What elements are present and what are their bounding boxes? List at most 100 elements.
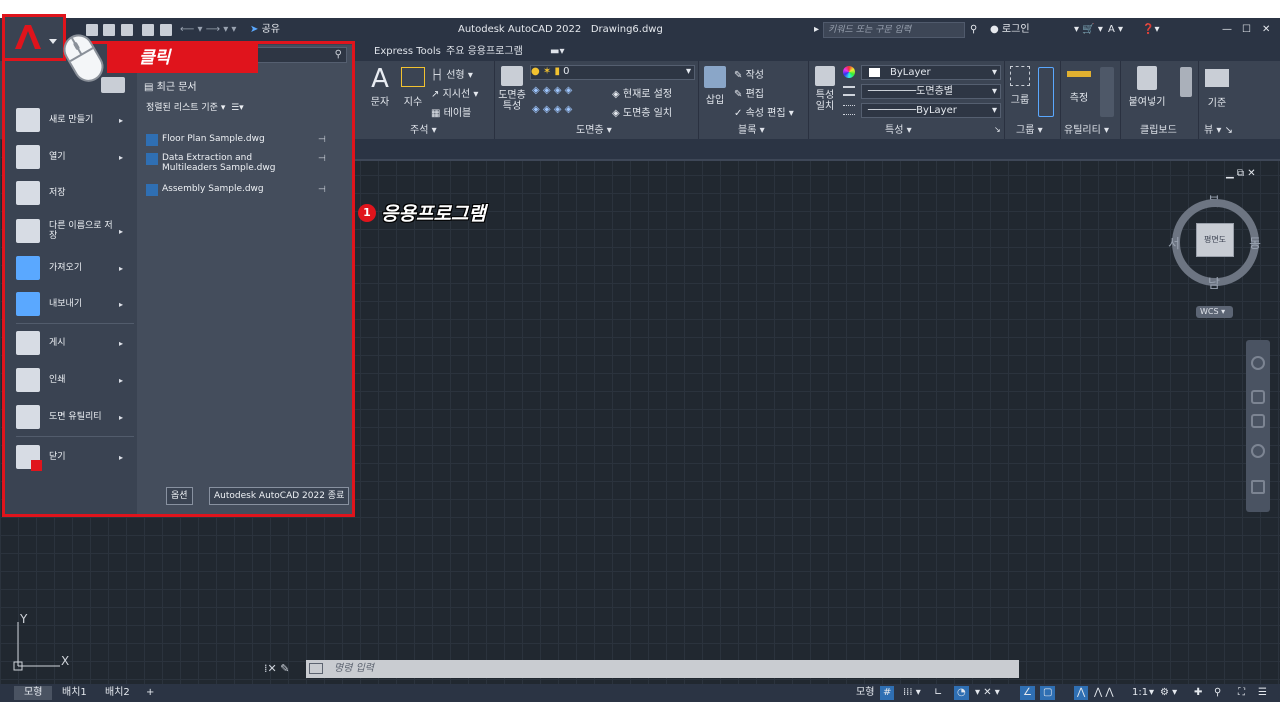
attribute-edit-button[interactable]: ✓ 속성 편집 ▾: [734, 104, 794, 119]
recent-docs-header[interactable]: ▤ 최근 문서: [144, 78, 197, 93]
match-properties-button[interactable]: 특성 일치: [812, 66, 838, 112]
text-button[interactable]: A 문자: [366, 65, 394, 108]
insert-button[interactable]: 삽입: [701, 66, 729, 106]
viewcube-south[interactable]: 남: [1208, 273, 1220, 292]
application-button[interactable]: [2, 14, 66, 61]
base-view-button[interactable]: 기준: [1202, 69, 1232, 109]
pin-icon[interactable]: ⊣: [318, 135, 326, 145]
annotation-visibility-icon[interactable]: ⋀: [1074, 686, 1089, 700]
table-button[interactable]: ▦ 테이블: [431, 104, 471, 119]
app-menu-search-input[interactable]: ⚲: [250, 47, 347, 63]
tab-extra-icon[interactable]: ▬▾: [550, 42, 564, 61]
app-menu-item[interactable]: 인쇄 ▸: [16, 364, 123, 396]
add-layout-button[interactable]: +: [142, 686, 158, 700]
help-icon[interactable]: ❓▾: [1142, 18, 1159, 42]
chevron-down-icon[interactable]: ▾: [1149, 686, 1154, 700]
dimension-button[interactable]: 지수: [398, 67, 428, 108]
zoom-extents-icon[interactable]: [1251, 414, 1265, 428]
copy-icon[interactable]: [1180, 67, 1192, 97]
groups-panel-title[interactable]: 그룹 ▾: [1016, 123, 1043, 139]
app-menu-item[interactable]: 도면 유틸리티 ▸: [16, 401, 123, 433]
list-view-icon[interactable]: ☰▾: [231, 103, 244, 113]
share-button[interactable]: ➤ 공유: [250, 18, 280, 42]
tab-featured-apps[interactable]: 주요 응용프로그램: [446, 42, 523, 61]
pin-icon[interactable]: ⊣: [318, 185, 326, 195]
recent-file-item[interactable]: Assembly Sample.dwg: [146, 184, 306, 196]
command-history-icon[interactable]: [309, 663, 323, 674]
save-quick-icon[interactable]: [121, 24, 133, 36]
viewcube-face[interactable]: 평면도: [1196, 223, 1234, 257]
lineweight-dropdown[interactable]: ────────ByLayer ▾: [861, 103, 1001, 118]
snap-icon[interactable]: ⁞⁞⁞ ▾: [903, 686, 921, 700]
color-dropdown[interactable]: ByLayer ▾: [861, 65, 1001, 80]
pan-icon[interactable]: [1251, 390, 1265, 404]
customize-icon[interactable]: ☰: [1258, 686, 1267, 700]
viewcube-east[interactable]: 동: [1249, 233, 1261, 252]
isolate-icon[interactable]: ⚲: [1214, 686, 1221, 700]
app-menu-item[interactable]: 새로 만들기 ▸: [16, 104, 123, 136]
selection-cycling-icon[interactable]: ▢: [1040, 686, 1056, 700]
otrack-icon[interactable]: ∠: [1020, 686, 1035, 700]
recent-file-item[interactable]: Floor Plan Sample.dwg: [146, 134, 306, 146]
group-tools-icon[interactable]: [1038, 67, 1054, 117]
edit-block-button[interactable]: ✎ 편집: [734, 85, 764, 100]
app-menu-item[interactable]: 열기 ▸: [16, 141, 123, 173]
login-button[interactable]: ● 로그인: [990, 18, 1030, 42]
block-panel-title[interactable]: 블록 ▾: [738, 123, 765, 139]
viewport-controls[interactable]: ▁ ⧉ ✕: [1226, 168, 1256, 179]
steering-wheel-icon[interactable]: [1251, 356, 1265, 370]
layout-tab-1[interactable]: 배치1: [56, 686, 93, 700]
command-input[interactable]: 명령 입력: [334, 661, 374, 677]
linear-dimension-button[interactable]: ├┤ 선형 ▾: [431, 66, 473, 81]
app-menu-item[interactable]: 게시 ▸: [16, 327, 123, 359]
autodesk-a360-icon[interactable]: A ▾: [1108, 18, 1123, 42]
exit-autocad-button[interactable]: Autodesk AutoCAD 2022 종료: [209, 487, 350, 505]
fullscreen-icon[interactable]: ⛶: [1238, 686, 1245, 700]
grid-icon[interactable]: #: [880, 686, 895, 700]
polar-icon[interactable]: ◔: [954, 686, 969, 700]
layer-dropdown[interactable]: ● ✶ ▮ 0 ▾: [530, 65, 695, 80]
app-menu-item[interactable]: 내보내기 ▸: [16, 288, 123, 320]
app-menu-item[interactable]: 저장: [16, 177, 119, 209]
layer-tools2-icon[interactable]: ◈ ◈ ◈ ◈: [532, 104, 572, 115]
command-line[interactable]: 명령 입력: [306, 660, 1019, 678]
options-button[interactable]: 옵션: [166, 487, 193, 505]
layer-properties-button[interactable]: 도면층 특성: [497, 66, 527, 112]
app-menu-item[interactable]: 다른 이름으로 저장 ▸: [16, 215, 123, 247]
layer-tools-icon[interactable]: ◈ ◈ ◈ ◈: [532, 85, 572, 96]
showmotion-icon[interactable]: [1251, 480, 1265, 494]
viewcube-west[interactable]: 서: [1168, 233, 1180, 252]
maximize-icon[interactable]: ☐: [1242, 18, 1251, 42]
search-input[interactable]: 키워드 또는 구문 입력: [823, 22, 965, 38]
pin-icon[interactable]: ⊣: [318, 154, 326, 164]
layer-match-button[interactable]: ◈ 도면층 일치: [612, 104, 672, 119]
app-menu-item[interactable]: 가져오기 ▸: [16, 252, 123, 284]
tab-express-tools[interactable]: Express Tools: [374, 42, 441, 61]
workspace-gear-icon[interactable]: ⚙ ▾: [1160, 686, 1177, 700]
search-icon[interactable]: ⚲: [970, 18, 977, 42]
plus-icon[interactable]: ✚: [1194, 686, 1202, 700]
command-line-tools[interactable]: ⁞✕ ✎: [264, 662, 289, 675]
osnap-icon[interactable]: ▾ ✕ ▾: [975, 686, 1000, 700]
print-quick-icon[interactable]: [160, 24, 172, 36]
app-menu-item[interactable]: 닫기 ▸: [16, 441, 123, 473]
utility-tools-icon[interactable]: [1100, 67, 1114, 117]
create-block-button[interactable]: ✎ 작성: [734, 66, 764, 81]
annotation-scale-value[interactable]: 1:1: [1132, 686, 1148, 700]
close-icon[interactable]: ✕: [1262, 18, 1270, 42]
linetype-dropdown[interactable]: ────────도면층별 ▾: [861, 84, 1001, 99]
ortho-icon[interactable]: ∟: [934, 686, 942, 700]
properties-panel-title[interactable]: 특성 ▾: [885, 123, 912, 139]
cart-icon[interactable]: ▾ 🛒 ▾: [1074, 18, 1103, 42]
measure-button[interactable]: 측정: [1064, 71, 1094, 104]
set-current-button[interactable]: ◈ 현재로 설정: [612, 85, 672, 100]
layers-panel-title[interactable]: 도면층 ▾: [576, 123, 612, 139]
undo-icon[interactable]: ⟵ ▾ ⟶ ▾ ▾: [180, 18, 236, 42]
annotation-scale-icon[interactable]: ⋀ ⋀: [1094, 686, 1114, 700]
layout-tab-2[interactable]: 배치2: [99, 686, 136, 700]
wcs-menu[interactable]: WCS ▾: [1196, 306, 1233, 318]
orbit-icon[interactable]: [1251, 444, 1265, 458]
recent-file-item[interactable]: Data Extraction and Multileaders Sample.…: [146, 153, 306, 173]
paste-button[interactable]: 붙여넣기: [1124, 66, 1170, 108]
panel-launcher-icon[interactable]: ↘: [994, 125, 1001, 134]
